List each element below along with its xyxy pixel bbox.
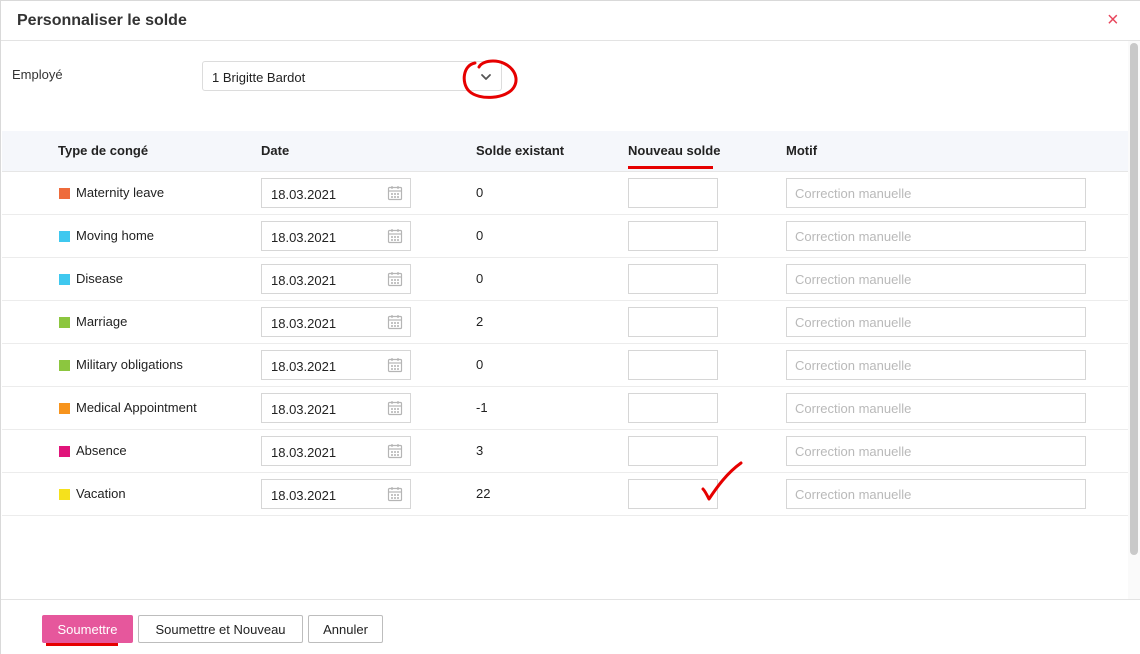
employee-select[interactable]: 1 Brigitte Bardot — [202, 61, 502, 91]
existing-balance-value: 2 — [476, 314, 484, 329]
chevron-down-icon[interactable] — [475, 66, 497, 88]
leave-type-label: Marriage — [76, 314, 128, 329]
new-balance-input[interactable] — [628, 350, 718, 380]
header-reason: Motif — [786, 143, 818, 158]
calendar-icon[interactable] — [387, 185, 403, 201]
leave-type-color-swatch — [59, 317, 70, 328]
new-balance-input[interactable] — [628, 436, 718, 466]
date-input[interactable]: 18.03.2021 — [261, 307, 411, 337]
header-date: Date — [261, 143, 290, 158]
date-value: 18.03.2021 — [271, 316, 337, 331]
table-row: Absence 18.03.2021 3 — [2, 430, 1128, 473]
calendar-icon[interactable] — [387, 486, 403, 502]
header-type: Type de congé — [58, 143, 149, 158]
dialog-title: Personnaliser le solde — [17, 12, 187, 29]
reason-input[interactable] — [786, 350, 1086, 380]
reason-input[interactable] — [786, 264, 1086, 294]
new-balance-input[interactable] — [628, 393, 718, 423]
customize-balance-dialog: Personnaliser le solde × Employé 1 Brigi… — [0, 0, 1140, 654]
leave-type-label: Moving home — [76, 228, 155, 243]
annotation-underline-submit — [46, 643, 118, 646]
calendar-icon[interactable] — [387, 228, 403, 244]
close-icon[interactable]: × — [1107, 9, 1125, 31]
calendar-icon[interactable] — [387, 314, 403, 330]
employee-label: Employé — [12, 67, 63, 82]
reason-input[interactable] — [786, 479, 1086, 509]
date-input[interactable]: 18.03.2021 — [261, 178, 411, 208]
calendar-icon[interactable] — [387, 357, 403, 373]
leave-type-color-swatch — [59, 188, 70, 199]
new-balance-input[interactable] — [628, 178, 718, 208]
table-row: Vacation 18.03.2021 22 — [2, 473, 1128, 516]
existing-balance-value: 0 — [476, 228, 484, 243]
cancel-button[interactable]: Annuler — [308, 615, 383, 643]
table-header: Type de congé Date Solde existant Nouvea… — [2, 131, 1128, 172]
scrollbar-thumb[interactable] — [1130, 43, 1138, 555]
date-value: 18.03.2021 — [271, 402, 337, 417]
new-balance-input[interactable] — [628, 307, 718, 337]
table-row: Maternity leave 18.03.2021 0 — [2, 172, 1128, 215]
date-input[interactable]: 18.03.2021 — [261, 221, 411, 251]
employee-selected-value: 1 Brigitte Bardot — [212, 70, 306, 85]
leave-type-color-swatch — [59, 489, 70, 500]
leave-type-label: Absence — [76, 443, 127, 458]
submit-and-new-button[interactable]: Soumettre et Nouveau — [138, 615, 303, 643]
date-input[interactable]: 18.03.2021 — [261, 350, 411, 380]
reason-input[interactable] — [786, 178, 1086, 208]
leave-type-label: Maternity leave — [76, 185, 165, 200]
leave-type-color-swatch — [59, 403, 70, 414]
header-new-balance: Nouveau solde — [628, 143, 721, 158]
calendar-icon[interactable] — [387, 271, 403, 287]
table-row: Medical Appointment 18.03.2021 -1 — [2, 387, 1128, 430]
new-balance-input[interactable] — [628, 264, 718, 294]
calendar-icon[interactable] — [387, 443, 403, 459]
table-row: Military obligations 18.03.2021 0 — [2, 344, 1128, 387]
existing-balance-value: 0 — [476, 357, 484, 372]
header-existing-balance: Solde existant — [476, 143, 565, 158]
table-row: Disease 18.03.2021 0 — [2, 258, 1128, 301]
new-balance-input[interactable] — [628, 221, 718, 251]
existing-balance-value: 3 — [476, 443, 484, 458]
date-input[interactable]: 18.03.2021 — [261, 479, 411, 509]
leave-type-label: Military obligations — [76, 357, 183, 372]
dialog-header: Personnaliser le solde × — [1, 1, 1140, 41]
leave-type-color-swatch — [59, 446, 70, 457]
leave-type-label: Vacation — [76, 486, 126, 501]
existing-balance-value: 0 — [476, 271, 484, 286]
reason-input[interactable] — [786, 436, 1086, 466]
date-input[interactable]: 18.03.2021 — [261, 436, 411, 466]
table-row: Marriage 18.03.2021 2 — [2, 301, 1128, 344]
leave-type-label: Disease — [76, 271, 123, 286]
date-input[interactable]: 18.03.2021 — [261, 393, 411, 423]
table-row: Moving home 18.03.2021 0 — [2, 215, 1128, 258]
leave-type-color-swatch — [59, 274, 70, 285]
date-value: 18.03.2021 — [271, 273, 337, 288]
date-value: 18.03.2021 — [271, 359, 337, 374]
date-value: 18.03.2021 — [271, 187, 337, 202]
reason-input[interactable] — [786, 221, 1086, 251]
submit-button[interactable]: Soumettre — [42, 615, 133, 643]
new-balance-input[interactable] — [628, 479, 718, 509]
date-value: 18.03.2021 — [271, 488, 337, 503]
dialog-footer: Soumettre Soumettre et Nouveau Annuler — [1, 599, 1140, 654]
leave-type-color-swatch — [59, 360, 70, 371]
annotation-underline — [628, 166, 713, 169]
calendar-icon[interactable] — [387, 400, 403, 416]
leave-type-label: Medical Appointment — [76, 400, 197, 415]
reason-input[interactable] — [786, 393, 1086, 423]
date-value: 18.03.2021 — [271, 230, 337, 245]
leave-type-color-swatch — [59, 231, 70, 242]
existing-balance-value: 0 — [476, 185, 484, 200]
existing-balance-value: 22 — [476, 486, 491, 501]
date-input[interactable]: 18.03.2021 — [261, 264, 411, 294]
date-value: 18.03.2021 — [271, 445, 337, 460]
existing-balance-value: -1 — [476, 400, 488, 415]
reason-input[interactable] — [786, 307, 1086, 337]
